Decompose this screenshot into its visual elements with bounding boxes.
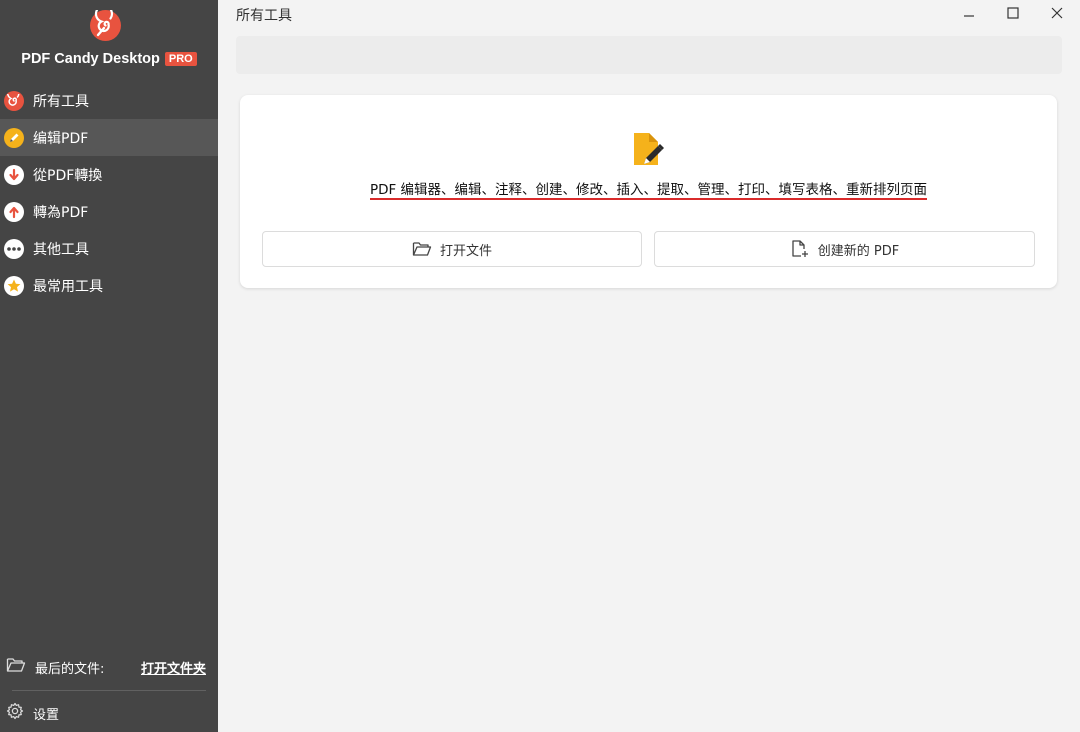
- close-icon: [1051, 7, 1063, 19]
- sidebar-item-label: 轉為PDF: [33, 204, 89, 221]
- arrow-down-icon: [4, 164, 24, 185]
- more-dots-icon: [4, 238, 24, 259]
- minimize-icon: [964, 15, 974, 17]
- app-logo-area: PDF Candy Desktop PRO: [0, 0, 218, 80]
- sidebar-item-label: 所有工具: [33, 93, 89, 110]
- maximize-button[interactable]: [993, 0, 1033, 26]
- arrow-up-icon: [4, 201, 24, 222]
- open-folder-link[interactable]: 打开文件夹: [141, 658, 206, 677]
- create-pdf-button[interactable]: 创建新的 PDF: [654, 231, 1035, 267]
- sidebar-item-label: 编辑PDF: [33, 130, 89, 147]
- sidebar-item-other-tools[interactable]: 其他工具: [0, 230, 218, 267]
- settings-label: 设置: [33, 707, 60, 723]
- sidebar-footer: 最后的文件: 打开文件夹 设置: [0, 650, 218, 731]
- maximize-icon: [1007, 7, 1019, 19]
- sidebar-item-label: 從PDF轉換: [33, 167, 103, 184]
- app-name-text: PDF Candy Desktop: [21, 51, 160, 67]
- recent-files-label: 最后的文件:: [35, 661, 105, 677]
- sidebar: PDF Candy Desktop PRO 所有工具 编辑PDF 從PDF轉換: [0, 0, 218, 732]
- minimize-button[interactable]: [949, 0, 989, 26]
- app-name: PDF Candy Desktop PRO: [0, 51, 218, 67]
- sidebar-item-label: 其他工具: [33, 241, 89, 258]
- tool-description: PDF 编辑器、编辑、注释、创建、修改、插入、提取、管理、打印、填写表格、重新排…: [240, 178, 1057, 200]
- title-bar: 所有工具: [218, 0, 1080, 30]
- sidebar-nav: 所有工具 编辑PDF 從PDF轉換 轉為PDF 其他工具 最常用工具: [0, 82, 218, 304]
- sidebar-item-all-tools[interactable]: 所有工具: [0, 82, 218, 119]
- toolbar-area: [236, 36, 1062, 74]
- open-file-label: 打开文件: [439, 243, 492, 259]
- edit-document-icon: [632, 131, 666, 173]
- pencil-icon: [4, 127, 24, 148]
- close-button[interactable]: [1037, 0, 1077, 26]
- app-logo-icon: [90, 10, 121, 41]
- sidebar-item-edit-pdf[interactable]: 编辑PDF: [0, 119, 218, 156]
- gear-icon: [6, 702, 24, 724]
- sidebar-item-convert-from-pdf[interactable]: 從PDF轉換: [0, 156, 218, 193]
- open-file-button[interactable]: 打开文件: [262, 231, 642, 267]
- sidebar-item-most-used[interactable]: 最常用工具: [0, 267, 218, 304]
- sidebar-item-convert-to-pdf[interactable]: 轉為PDF: [0, 193, 218, 230]
- create-pdf-label: 创建新的 PDF: [817, 243, 900, 259]
- sidebar-item-label: 最常用工具: [33, 278, 103, 295]
- settings-button[interactable]: 设置: [0, 695, 218, 731]
- page-title: 所有工具: [236, 8, 292, 24]
- folder-icon: [6, 657, 26, 677]
- star-icon: [4, 275, 24, 296]
- pro-badge: PRO: [164, 52, 197, 66]
- recent-files-row: 最后的文件: 打开文件夹: [0, 650, 218, 684]
- divider: [12, 690, 206, 691]
- spiral-icon: [4, 90, 24, 111]
- edit-pdf-card: PDF 编辑器、编辑、注释、创建、修改、插入、提取、管理、打印、填写表格、重新排…: [240, 95, 1057, 288]
- new-file-icon: [790, 239, 810, 259]
- tool-description-text: PDF 编辑器、编辑、注释、创建、修改、插入、提取、管理、打印、填写表格、重新排…: [369, 182, 928, 200]
- folder-open-icon: [412, 241, 432, 257]
